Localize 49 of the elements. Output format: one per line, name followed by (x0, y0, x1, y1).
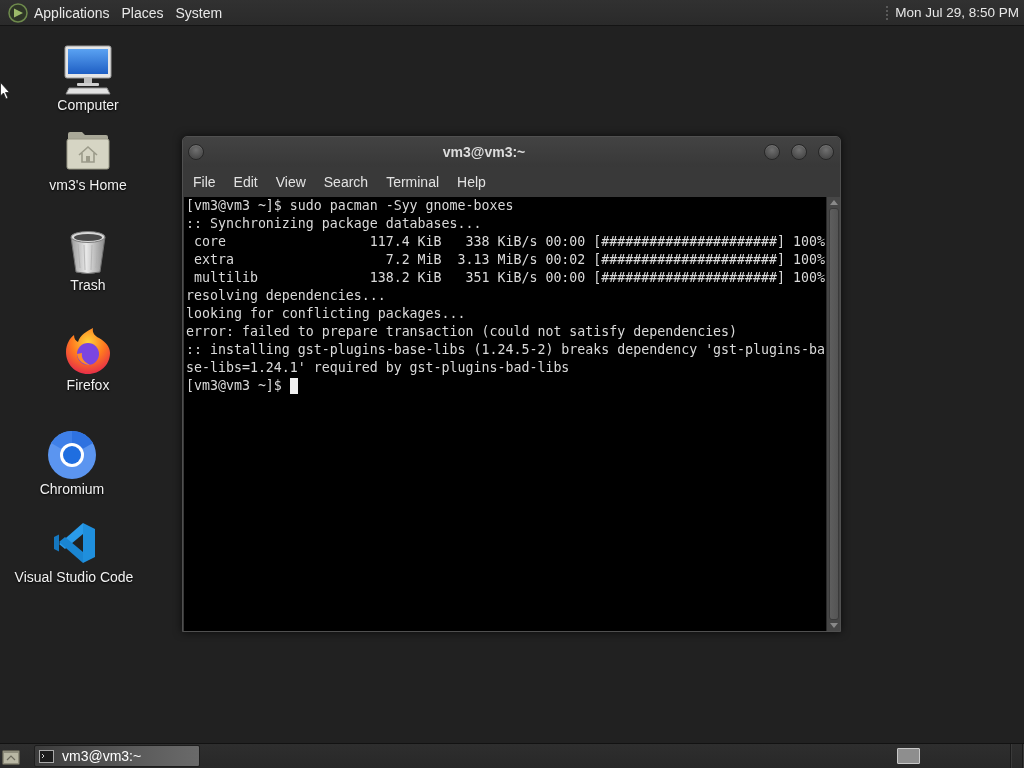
terminal-line: looking for conflicting packages... (186, 305, 467, 323)
desktop-icon-label[interactable]: Computer (57, 97, 119, 113)
desktop-icon-label[interactable]: Chromium (39, 481, 105, 497)
terminal-line: core 117.4 KiB 338 KiB/s 00:00 [######################] 100% (193, 233, 826, 251)
clock[interactable]: Mon Jul 29, 8:50 PM (895, 5, 1019, 20)
terminal-line: :: Synchronizing package databases... (186, 215, 483, 233)
panel-menu[interactable]: Places (115, 1, 170, 24)
panel-menu[interactable]: Applications (28, 1, 116, 24)
maximize-button[interactable] (791, 144, 807, 160)
drag-handle-icon (885, 4, 890, 21)
desktop-icon-label[interactable]: Visual Studio Code (14, 569, 134, 585)
terminal-prompt: [vm3@vm3 ~]$ (186, 377, 282, 395)
terminal-line: error: failed to prepare transaction (could not satisfy dependencies) (186, 323, 739, 341)
menu-item[interactable]: Edit (224, 170, 267, 194)
menu-item[interactable]: Search (314, 170, 378, 194)
window-menu-button[interactable] (188, 144, 204, 160)
menu-item[interactable]: View (266, 170, 315, 194)
menu-item[interactable]: Terminal (377, 170, 449, 194)
menu-item[interactable]: Help (448, 170, 495, 194)
trash-can-icon[interactable] (68, 230, 108, 275)
workspace-switcher[interactable] (897, 748, 920, 764)
monitor-icon[interactable] (64, 45, 112, 95)
terminal-line: [vm3@vm3 ~]$ sudo pacman -Syy gnome-boxes (186, 197, 515, 215)
desktop-icon-label[interactable]: Trash (70, 277, 106, 293)
taskbar-button[interactable]: vm3@vm3:~ (34, 745, 200, 767)
folded-ribbon-icon[interactable] (52, 521, 96, 565)
desktop-icon-label[interactable]: Firefox (66, 377, 110, 393)
block-cursor-icon (289, 378, 298, 394)
terminal-line: resolving dependencies... (186, 287, 387, 305)
terminal-line: multilib 138.2 KiB 351 KiB/s 00:00 [######################] 100% (193, 269, 826, 287)
window-title: vm3@vm3:~ (441, 144, 527, 160)
panel-menu[interactable]: System (169, 1, 229, 24)
scroll-up-icon[interactable] (829, 200, 838, 205)
menu-item[interactable]: File (184, 170, 225, 194)
close-button[interactable] (818, 144, 834, 160)
scrollbar-track[interactable] (826, 197, 840, 631)
terminal-line: :: installing gst-plugins-base-libs (1.24.5-2) breaks dependency 'gst-plugins-ba (186, 341, 826, 359)
scroll-down-icon[interactable] (829, 623, 838, 628)
terminal-line: extra 7.2 MiB 3.13 MiB/s 00:02 [######################] 100% (193, 251, 826, 269)
minimize-button[interactable] (764, 144, 780, 160)
terminal-line: se-libs=1.24.1' required by gst-plugins-bad-libs (186, 359, 571, 377)
terminal-icon (39, 749, 54, 763)
desktop-icon-label[interactable]: vm3's Home (49, 177, 127, 193)
home-folder-icon[interactable] (66, 130, 110, 170)
scrollbar-thumb[interactable] (828, 208, 839, 620)
circle-ring-icon[interactable] (47, 430, 97, 480)
flame-globe-icon[interactable] (65, 327, 111, 375)
panel-logo-icon[interactable] (8, 2, 28, 23)
show-desktop-icon[interactable] (2, 747, 20, 765)
